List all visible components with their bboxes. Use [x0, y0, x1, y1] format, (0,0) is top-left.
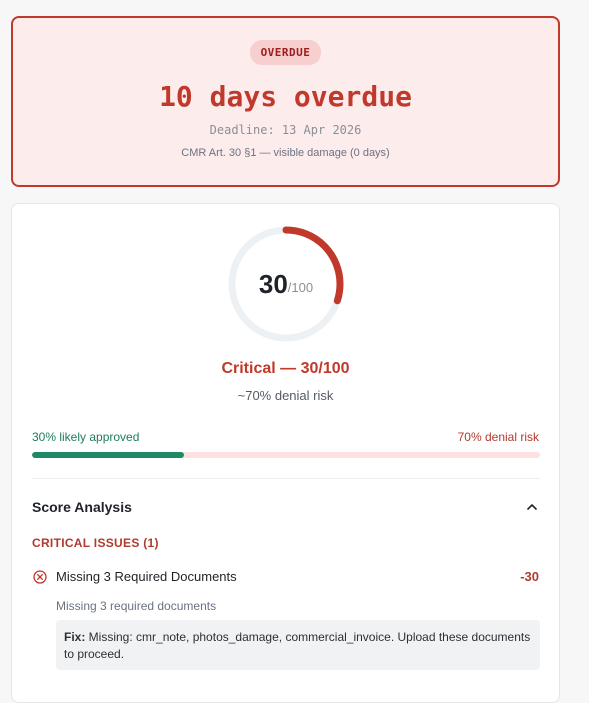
fix-text: Missing: cmr_note, photos_damage, commer… [64, 630, 531, 661]
denial-label: 70% denial risk [457, 430, 539, 444]
overdue-title: 10 days overdue [159, 80, 412, 113]
overdue-card: OVERDUE 10 days overdue Deadline: 13 Apr… [11, 16, 560, 187]
score-value: 30 [258, 268, 288, 299]
chevron-up-icon[interactable] [525, 500, 539, 514]
gauge-label: 30 /100 [226, 224, 346, 344]
rule-reference: CMR Art. 30 §1 — visible damage (0 days) [181, 147, 390, 159]
probability-bar-fill [32, 452, 185, 458]
deadline-text: Deadline: 13 Apr 2026 [209, 123, 362, 137]
score-analysis-title: Score Analysis [32, 499, 132, 515]
overdue-badge: OVERDUE [249, 40, 322, 65]
critical-issues-heading: CRITICAL ISSUES (1) [32, 536, 159, 550]
issue-title: Missing 3 Required Documents [56, 569, 237, 584]
score-gauge: 30 /100 [226, 224, 346, 344]
fix-label: Fix: [64, 630, 86, 644]
approved-label: 30% likely approved [32, 430, 140, 444]
error-circle-icon [33, 570, 47, 584]
score-card: 30 /100 Critical — 30/100 ~70% denial ri… [11, 203, 560, 703]
issue-points: -30 [520, 569, 539, 584]
issue-description: Missing 3 required documents [56, 599, 217, 613]
fix-suggestion: Fix: Missing: cmr_note, photos_damage, c… [56, 620, 540, 670]
denial-risk-text: ~70% denial risk [237, 388, 334, 403]
score-max: /100 [287, 279, 314, 295]
probability-bar [32, 452, 540, 458]
score-headline: Critical — 30/100 [221, 360, 350, 377]
divider [32, 478, 540, 479]
